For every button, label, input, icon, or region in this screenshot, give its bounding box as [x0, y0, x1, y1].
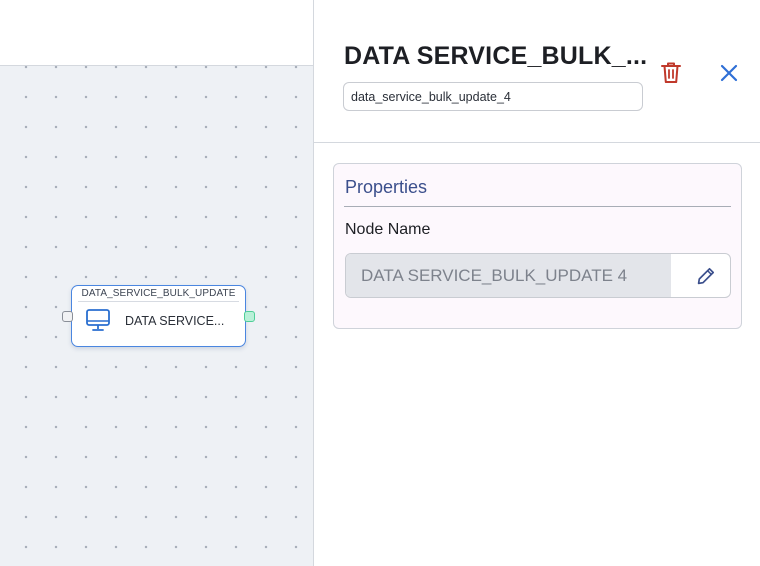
panel-header-divider — [314, 142, 760, 143]
panel-title: DATA SERVICE_BULK_... — [344, 42, 648, 70]
node-name-value: DATA SERVICE_BULK_UPDATE 4 — [346, 254, 671, 297]
canvas-toolbar-area — [0, 0, 313, 66]
node-title-divider — [78, 301, 239, 302]
monitor-icon — [85, 307, 111, 333]
panel-divider — [313, 0, 314, 566]
trash-icon[interactable] — [659, 60, 683, 86]
properties-heading: Properties — [345, 177, 428, 197]
node-id-input[interactable] — [343, 82, 643, 111]
pencil-icon[interactable] — [696, 266, 716, 286]
node-input-port[interactable] — [62, 311, 73, 322]
node-output-port[interactable] — [244, 311, 255, 322]
node-name-field: DATA SERVICE_BULK_UPDATE 4 — [345, 253, 731, 298]
properties-divider — [344, 206, 731, 207]
properties-card: Properties Node Name DATA SERVICE_BULK_U… — [333, 163, 742, 329]
node-label: DATA SERVICE... — [125, 314, 225, 328]
node-type-title: DATA_SERVICE_BULK_UPDATE — [81, 288, 236, 299]
close-icon[interactable] — [718, 62, 740, 84]
workflow-node[interactable]: DATA_SERVICE_BULK_UPDATE DATA SERVICE... — [71, 285, 246, 347]
workflow-editor: DATA_SERVICE_BULK_UPDATE DATA SERVICE...… — [0, 0, 760, 566]
node-name-label: Node Name — [345, 221, 431, 238]
